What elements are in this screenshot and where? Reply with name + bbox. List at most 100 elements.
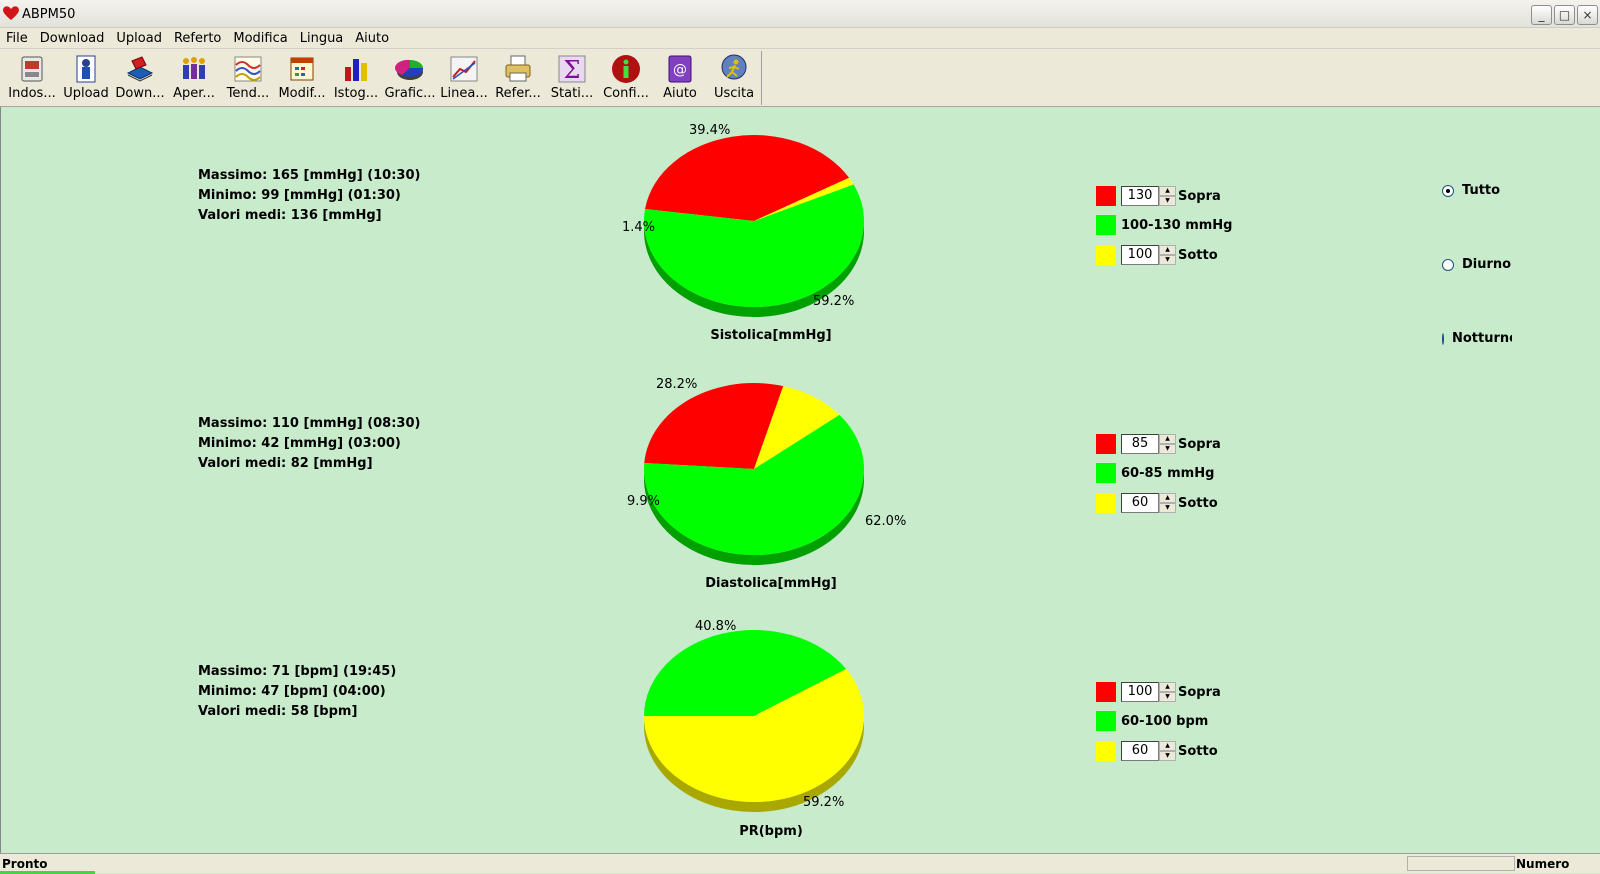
- pulse-upper-spinner[interactable]: 100 ▲ ▼: [1121, 682, 1176, 702]
- svg-text:Σ: Σ: [564, 56, 581, 84]
- menu-referto[interactable]: Referto: [168, 31, 227, 46]
- toolbar-aiuto-button[interactable]: @ Aiuto: [653, 51, 707, 105]
- spin-down-icon[interactable]: ▼: [1159, 503, 1176, 513]
- diastolic-legend-lower: 60 ▲ ▼ Sotto: [1096, 492, 1218, 514]
- pulse-green-pct: 40.8%: [695, 619, 737, 634]
- radio-notturno[interactable]: Notturno: [1442, 331, 1512, 346]
- systolic-range-label: 100-130 mmHg: [1121, 217, 1233, 233]
- toolbar-indossa-button[interactable]: Indos...: [5, 51, 59, 105]
- toolbar-buttons: Indos... Upload Down... Aper... Tend... …: [5, 51, 762, 105]
- green-swatch: [1096, 215, 1116, 235]
- group-people-icon: [183, 57, 205, 79]
- pulse-lower-value[interactable]: 60: [1121, 741, 1159, 761]
- pulse-lower-spinner[interactable]: 60 ▲ ▼: [1121, 741, 1176, 761]
- toolbar-statistica-button[interactable]: Σ Stati...: [545, 51, 599, 105]
- maximize-button[interactable]: □: [1554, 5, 1575, 25]
- toolbar-istogramma-button[interactable]: Istog...: [329, 51, 383, 105]
- spin-down-icon[interactable]: ▼: [1159, 751, 1176, 761]
- systolic-min: Minimo: 99 [mmHg] (01:30): [198, 188, 401, 203]
- radio-tutto-indicator[interactable]: [1442, 184, 1454, 197]
- pulse-legend-range: 60-100 bpm: [1096, 710, 1208, 732]
- person-upload-icon: [76, 55, 96, 83]
- minimize-button[interactable]: _: [1531, 5, 1552, 25]
- pulse-upper-value[interactable]: 100: [1121, 682, 1159, 702]
- menu-lingua[interactable]: Lingua: [294, 31, 350, 46]
- spin-down-icon[interactable]: ▼: [1159, 255, 1176, 265]
- red-swatch: [1096, 434, 1116, 454]
- toolbar-modifica-button[interactable]: Modif...: [275, 51, 329, 105]
- radio-diurno-label[interactable]: Diurno: [1462, 257, 1511, 272]
- pulse-legend-lower: 60 ▲ ▼ Sotto: [1096, 740, 1218, 762]
- diastolic-lower-value[interactable]: 60: [1121, 493, 1159, 513]
- pulse-min: Minimo: 47 [bpm] (04:00): [198, 684, 386, 699]
- toolbar-apertura-button[interactable]: Aper...: [167, 51, 221, 105]
- menu-file[interactable]: File: [0, 31, 34, 46]
- toolbar-upload-button[interactable]: Upload: [59, 51, 113, 105]
- toolbar-uscita-button[interactable]: Uscita: [707, 51, 761, 105]
- systolic-legend-upper: 130 ▲ ▼ Sopra: [1096, 185, 1221, 207]
- spin-up-icon[interactable]: ▲: [1159, 741, 1176, 751]
- main-panel: Massimo: 165 [mmHg] (10:30) Minimo: 99 […: [0, 107, 1600, 853]
- toolbar-tendenza-button[interactable]: Tend...: [221, 51, 275, 105]
- diastolic-mean: Valori medi: 82 [mmHg]: [198, 456, 373, 471]
- diastolic-green-pct: 62.0%: [865, 514, 907, 529]
- radio-diurno[interactable]: Diurno: [1442, 257, 1511, 272]
- systolic-lower-value[interactable]: 100: [1121, 245, 1159, 265]
- toolbar-download-button[interactable]: Down...: [113, 51, 167, 105]
- radio-notturno-indicator[interactable]: [1442, 332, 1444, 345]
- yellow-swatch: [1096, 245, 1116, 265]
- diastolic-max: Massimo: 110 [mmHg] (08:30): [198, 416, 421, 431]
- line-chart-icon: [450, 56, 478, 82]
- spin-up-icon[interactable]: ▲: [1159, 493, 1176, 503]
- printer-icon: [505, 55, 531, 82]
- pulse-mean: Valori medi: 58 [bpm]: [198, 704, 358, 719]
- toolbar-grafico-button[interactable]: Grafic...: [383, 51, 437, 105]
- close-button[interactable]: ×: [1577, 5, 1598, 25]
- toolbar-referto-button[interactable]: Refer...: [491, 51, 545, 105]
- spin-down-icon[interactable]: ▼: [1159, 196, 1176, 206]
- diastolic-legend-range: 60-85 mmHg: [1096, 462, 1214, 484]
- menu-download[interactable]: Download: [34, 31, 111, 46]
- svg-text:@: @: [673, 62, 687, 78]
- green-swatch: [1096, 463, 1116, 483]
- systolic-legend-lower: 100 ▲ ▼ Sotto: [1096, 244, 1218, 266]
- red-swatch: [1096, 682, 1116, 702]
- spin-up-icon[interactable]: ▲: [1159, 245, 1176, 255]
- diastolic-lower-spinner[interactable]: 60 ▲ ▼: [1121, 493, 1176, 513]
- systolic-mean: Valori medi: 136 [mmHg]: [198, 208, 382, 223]
- systolic-lower-spinner[interactable]: 100 ▲ ▼: [1121, 245, 1176, 265]
- diastolic-red-pct: 28.2%: [656, 377, 698, 392]
- systolic-legend-range: 100-130 mmHg: [1096, 214, 1232, 236]
- menu-aiuto[interactable]: Aiuto: [349, 31, 395, 46]
- toolbar: Indos... Upload Down... Aper... Tend... …: [0, 49, 1600, 107]
- pulse-yellow-pct: 59.2%: [803, 795, 845, 810]
- status-bar: Pronto Numero: [0, 853, 1600, 874]
- spin-up-icon[interactable]: ▲: [1159, 434, 1176, 444]
- spin-up-icon[interactable]: ▲: [1159, 682, 1176, 692]
- radio-notturno-label[interactable]: Notturno: [1452, 331, 1512, 346]
- systolic-max: Massimo: 165 [mmHg] (10:30): [198, 168, 421, 183]
- toolbar-configura-button[interactable]: Confi...: [599, 51, 653, 105]
- spin-down-icon[interactable]: ▼: [1159, 692, 1176, 702]
- maximize-icon: □: [1558, 8, 1571, 22]
- minimize-icon: _: [1538, 8, 1545, 22]
- systolic-chart-title: Sistolica[mmHg]: [710, 328, 832, 343]
- radio-diurno-indicator[interactable]: [1442, 258, 1454, 271]
- menu-upload[interactable]: Upload: [110, 31, 168, 46]
- green-swatch: [1096, 711, 1116, 731]
- systolic-stats: Massimo: 165 [mmHg] (10:30) Minimo: 99 […: [198, 166, 420, 226]
- toolbar-linea-button[interactable]: Linea...: [437, 51, 491, 105]
- radio-tutto-label[interactable]: Tutto: [1462, 183, 1500, 198]
- spin-up-icon[interactable]: ▲: [1159, 186, 1176, 196]
- yellow-swatch: [1096, 741, 1116, 761]
- diastolic-upper-value[interactable]: 85: [1121, 434, 1159, 454]
- diastolic-upper-spinner[interactable]: 85 ▲ ▼: [1121, 434, 1176, 454]
- systolic-upper-value[interactable]: 130: [1121, 186, 1159, 206]
- radio-tutto[interactable]: Tutto: [1442, 183, 1500, 198]
- sigma-icon: Σ: [558, 55, 586, 84]
- systolic-upper-spinner[interactable]: 130 ▲ ▼: [1121, 186, 1176, 206]
- diastolic-pie-chart: [644, 383, 864, 565]
- spin-down-icon[interactable]: ▼: [1159, 444, 1176, 454]
- menu-modifica[interactable]: Modifica: [227, 31, 293, 46]
- pulse-upper-label: Sopra: [1178, 684, 1221, 700]
